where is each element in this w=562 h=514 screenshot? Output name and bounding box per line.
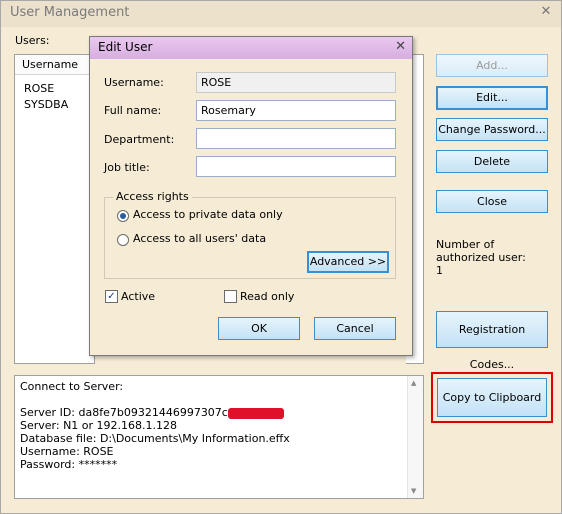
list-item[interactable]: SYSDBA: [15, 97, 94, 113]
username-field[interactable]: ROSE: [196, 72, 396, 93]
delete-button[interactable]: Delete: [436, 150, 548, 173]
registration-codes-button[interactable]: Registration Codes...: [436, 311, 548, 371]
close-button[interactable]: Close: [436, 190, 548, 213]
edit-button[interactable]: Edit...: [436, 86, 548, 110]
add-button[interactable]: Add...: [436, 54, 548, 77]
close-icon[interactable]: ✕: [539, 4, 553, 20]
radio-private-data[interactable]: [117, 210, 129, 222]
dialog-close-icon[interactable]: ✕: [395, 39, 406, 54]
active-label[interactable]: Active: [121, 290, 155, 303]
radio-all-data[interactable]: [117, 234, 129, 246]
advanced-button[interactable]: Advanced >>: [307, 251, 389, 273]
connection-info-box[interactable]: Connect to Server: Server ID: da8fe7b093…: [14, 375, 424, 499]
info-line-password: Password: *******: [20, 458, 118, 471]
user-management-window: User Management ✕ Users: Username ROSE S…: [0, 0, 562, 514]
authorized-users-count: 1: [436, 264, 443, 277]
access-rights-label: Access rights: [113, 190, 192, 203]
dialog-title: Edit User: [98, 40, 153, 54]
department-field[interactable]: [196, 128, 396, 149]
authorized-users-label: Number of authorized user:: [436, 238, 526, 264]
readonly-label[interactable]: Read only: [240, 290, 294, 303]
dialog-title-bar: Edit User ✕: [90, 37, 412, 59]
users-list[interactable]: Username ROSE SYSDBA: [14, 54, 95, 364]
readonly-checkbox[interactable]: [224, 290, 237, 303]
cancel-button[interactable]: Cancel: [314, 317, 396, 340]
radio-all-label[interactable]: Access to all users' data: [133, 232, 266, 245]
active-checkbox[interactable]: ✓: [105, 290, 118, 303]
fullname-field[interactable]: Rosemary: [196, 100, 396, 121]
info-scrollbar[interactable]: ▲ ▼: [407, 376, 423, 498]
redaction-mark: [227, 407, 284, 419]
username-column-header[interactable]: Username: [15, 55, 94, 75]
server-id-text: Server ID: da8fe7b09321446997307c: [20, 406, 228, 419]
scroll-up-icon[interactable]: ▲: [411, 379, 416, 387]
title-bar: User Management ✕: [1, 1, 561, 27]
change-password-button[interactable]: Change Password...: [436, 118, 548, 141]
users-label: Users:: [15, 34, 50, 47]
jobtitle-field[interactable]: [196, 156, 396, 177]
info-line-server: Server: N1 or 192.168.1.128: [20, 419, 178, 432]
info-line-username: Username: ROSE: [20, 445, 114, 458]
info-line-server-id: Server ID: da8fe7b09321446997307c: [20, 406, 284, 419]
ok-button[interactable]: OK: [218, 317, 300, 340]
info-line-connect: Connect to Server:: [20, 380, 124, 393]
department-label: Department:: [104, 133, 175, 146]
highlight-box: [431, 372, 553, 423]
list-item[interactable]: ROSE: [15, 81, 94, 97]
access-rights-group: Access rights Access to private data onl…: [104, 190, 396, 279]
scroll-down-icon[interactable]: ▼: [411, 487, 416, 495]
radio-private-label[interactable]: Access to private data only: [133, 208, 283, 221]
window-title: User Management: [10, 5, 130, 20]
username-label: Username:: [104, 76, 164, 89]
jobtitle-label: Job title:: [104, 161, 150, 174]
info-line-database-file: Database file: D:\Documents\My Informati…: [20, 432, 290, 445]
edit-user-dialog: Edit User ✕ Username: ROSE Full name: Ro…: [89, 36, 413, 356]
fullname-label: Full name:: [104, 104, 162, 117]
